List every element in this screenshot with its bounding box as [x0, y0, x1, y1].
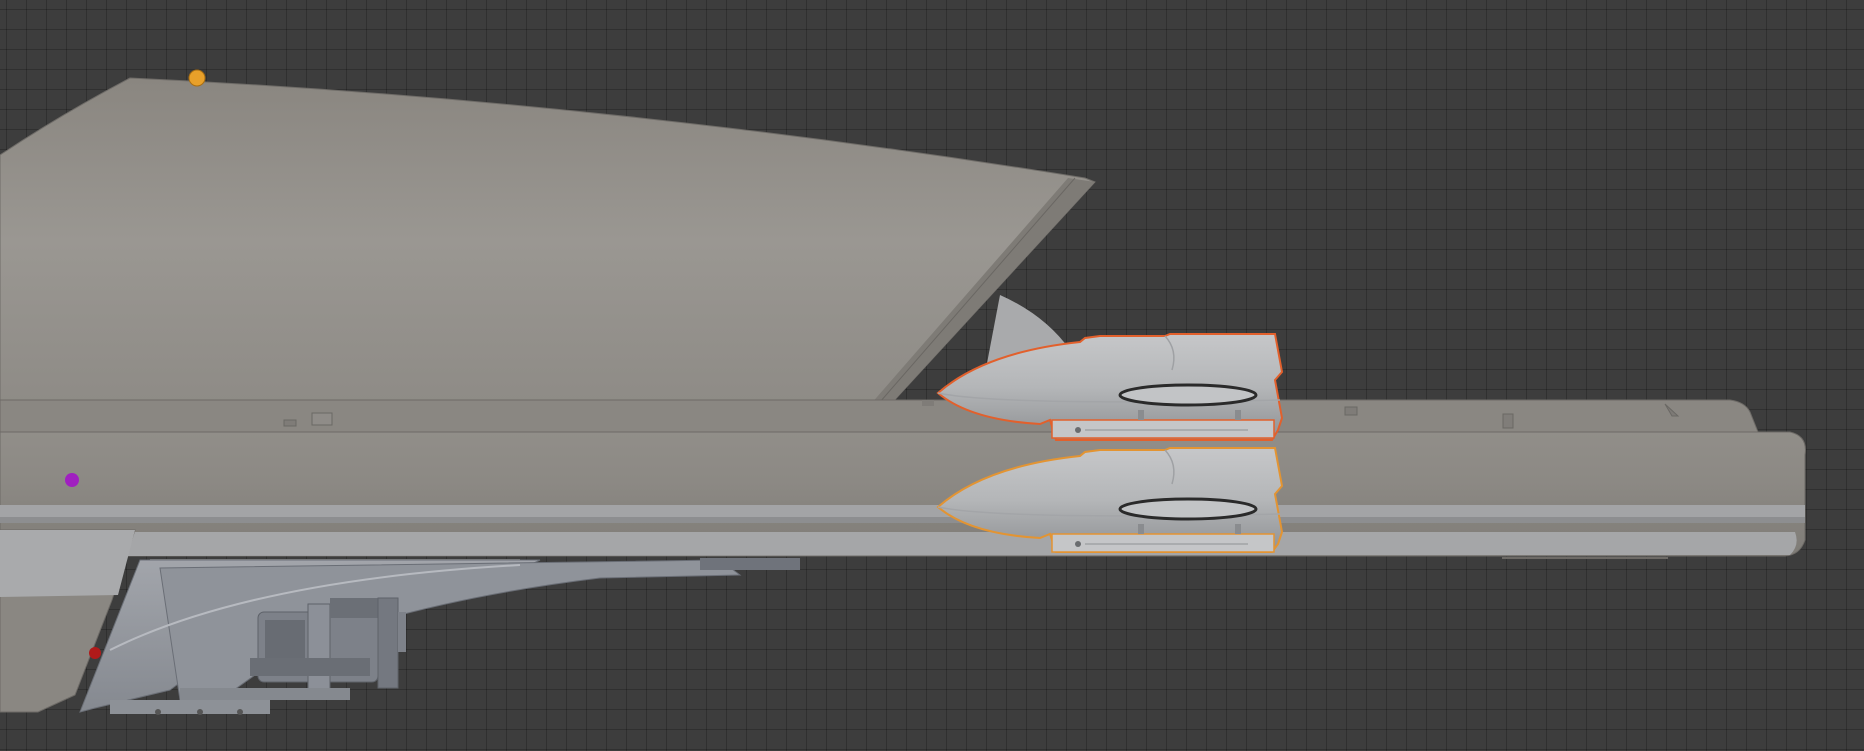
upper-pod-intake	[1118, 383, 1258, 407]
fuselage-lower-bevel	[120, 532, 1797, 556]
amber-light-marker	[188, 69, 206, 87]
3d-viewport[interactable]	[0, 0, 1864, 751]
scene-canvas[interactable]	[0, 0, 1864, 751]
purple-empty-marker[interactable]	[65, 473, 79, 487]
upper-pod-rail	[1051, 419, 1275, 439]
lower-pod-rail	[1051, 533, 1275, 553]
landing-gear[interactable]	[79, 558, 800, 715]
red-light-marker	[89, 647, 101, 659]
fuselage-stripe	[0, 505, 1805, 517]
fuselage-upper-plate	[0, 399, 1759, 433]
lower-pod-intake	[1118, 497, 1258, 521]
